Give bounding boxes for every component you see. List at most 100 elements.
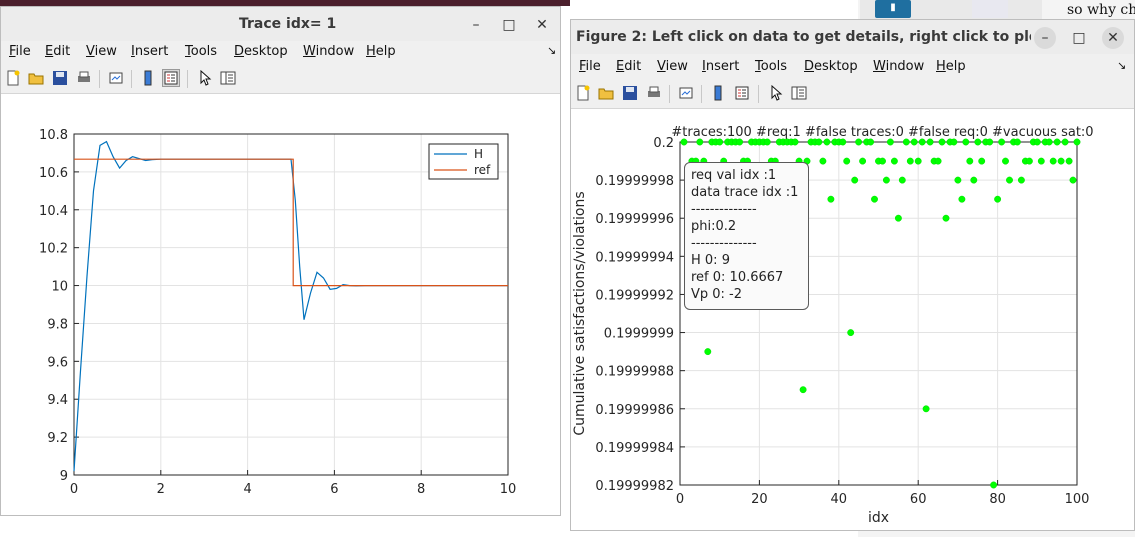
- open-file-icon[interactable]: [28, 70, 44, 86]
- minimize-button[interactable]: –: [465, 14, 487, 36]
- menu-edit[interactable]: Edit: [616, 59, 641, 74]
- print-icon[interactable]: [76, 70, 92, 86]
- close-button[interactable]: ✕: [1102, 27, 1124, 49]
- x-tick-label: 4: [243, 482, 251, 497]
- data-point: [898, 176, 906, 184]
- title-bar[interactable]: Figure 2: Left click on data to get deta…: [571, 20, 1134, 54]
- figure-canvas[interactable]: 0 2 4 6 8 10 9 9.2 9.4 9.6 9.8 10 10.2 10.4 10.6 10.8 Hr…: [1, 94, 560, 515]
- print-icon[interactable]: [646, 85, 662, 101]
- data-point: [1017, 176, 1025, 184]
- data-point: [958, 195, 966, 203]
- maximize-button[interactable]: □: [498, 14, 520, 36]
- menu-insert[interactable]: Insert: [702, 59, 739, 74]
- menu-view[interactable]: View: [86, 44, 117, 59]
- colorbar-icon[interactable]: [140, 70, 156, 86]
- data-point: [855, 138, 863, 146]
- data-point: [704, 348, 712, 356]
- property-inspector-icon[interactable]: [791, 85, 807, 101]
- dock-arrow-icon[interactable]: ↘: [1117, 59, 1126, 72]
- save-icon[interactable]: [622, 85, 638, 101]
- data-point: [871, 195, 878, 203]
- data-tip-tooltip: req val idx :1 data trace idx :1 -------…: [684, 162, 809, 310]
- menu-desktop[interactable]: Desktop: [234, 44, 288, 59]
- link-plot-icon[interactable]: [678, 85, 694, 101]
- cumulative-scatter-chart[interactable]: 0 20 40 60 80 100 0.19999982 0.19999984 0.199999…: [571, 109, 1134, 530]
- data-point: [839, 138, 847, 146]
- menu-insert[interactable]: Insert: [131, 44, 168, 59]
- data-point: [994, 195, 1002, 203]
- menu-file[interactable]: File: [9, 44, 31, 59]
- menu-window[interactable]: Window: [873, 59, 924, 74]
- edit-plot-arrow-icon[interactable]: [768, 85, 784, 101]
- x-tick-label: 0: [676, 492, 684, 507]
- data-point: [847, 329, 855, 337]
- legend-icon[interactable]: [734, 85, 750, 101]
- data-point: [851, 176, 859, 184]
- menu-tools[interactable]: Tools: [185, 44, 217, 59]
- toolbar-separator: [758, 85, 759, 103]
- menu-bar: File Edit View Insert Tools Desktop Wind…: [1, 41, 560, 63]
- data-point: [867, 138, 875, 146]
- menu-tools[interactable]: Tools: [755, 59, 787, 74]
- menu-window[interactable]: Window: [303, 44, 354, 59]
- menu-view[interactable]: View: [657, 59, 688, 74]
- data-point: [882, 176, 890, 184]
- data-point: [966, 157, 974, 165]
- x-tick-label: 60: [910, 492, 927, 507]
- menu-desktop[interactable]: Desktop: [804, 59, 858, 74]
- toolbar: [571, 80, 1134, 109]
- maximize-button[interactable]: □: [1068, 27, 1090, 49]
- tooltip-line: phi:0.2: [691, 219, 737, 234]
- figure-canvas[interactable]: 0 20 40 60 80 100 0.19999982 0.19999984 0.199999…: [571, 109, 1134, 530]
- menu-help[interactable]: Help: [936, 59, 966, 74]
- menu-edit[interactable]: Edit: [45, 44, 70, 59]
- data-point: [819, 157, 827, 165]
- menu-help[interactable]: Help: [366, 44, 396, 59]
- x-tick-label: 10: [500, 482, 517, 497]
- menu-file[interactable]: File: [579, 59, 601, 74]
- edit-plot-arrow-icon[interactable]: [197, 70, 213, 86]
- close-button[interactable]: ✕: [531, 14, 553, 36]
- toolbar-separator: [187, 70, 188, 88]
- new-figure-icon[interactable]: [575, 85, 591, 101]
- legend-icon[interactable]: [162, 69, 180, 87]
- open-file-icon[interactable]: [598, 85, 614, 101]
- title-bar[interactable]: Trace idx= 1 – □ ✕: [1, 7, 560, 41]
- data-point: [922, 405, 930, 413]
- app-launcher-icon[interactable]: ▮: [875, 0, 911, 18]
- data-point: [1065, 157, 1073, 165]
- data-point: [843, 157, 851, 165]
- x-tick-label: 2: [157, 482, 165, 497]
- data-point: [823, 138, 831, 146]
- toolbar-separator: [99, 70, 100, 88]
- toolbar: [1, 65, 560, 94]
- y-tick-label: 9.2: [47, 431, 68, 446]
- tooltip-line: Vp 0: -2: [691, 287, 743, 302]
- data-point: [859, 157, 867, 165]
- x-tick-label: 0: [70, 482, 78, 497]
- tooltip-line: ref 0: 10.6667: [691, 270, 784, 285]
- property-inspector-icon[interactable]: [220, 70, 236, 86]
- data-point: [1025, 157, 1033, 165]
- trace-line-chart[interactable]: 0 2 4 6 8 10 9 9.2 9.4 9.6 9.8 10 10.2 10.4 10.6 10.8 Hr…: [1, 94, 560, 515]
- tooltip-line: --------------: [691, 236, 757, 251]
- legend-label-ref: ref: [474, 163, 491, 177]
- window-title: Trace idx= 1: [239, 16, 337, 32]
- save-icon[interactable]: [52, 70, 68, 86]
- data-point: [1049, 157, 1057, 165]
- minimize-button[interactable]: –: [1034, 27, 1056, 49]
- y-tick-label: 9.4: [47, 393, 68, 408]
- python-icon[interactable]: [972, 0, 1008, 18]
- data-point: [879, 157, 886, 165]
- summary-figure-window[interactable]: Figure 2: Left click on data to get deta…: [570, 19, 1135, 531]
- dock-arrow-icon[interactable]: ↘: [547, 44, 556, 57]
- data-point: [1053, 138, 1061, 146]
- colorbar-icon[interactable]: [710, 85, 726, 101]
- link-plot-icon[interactable]: [108, 70, 124, 86]
- data-point: [986, 138, 994, 146]
- window-title: Figure 2: Left click on data to get deta…: [576, 29, 1031, 45]
- data-point: [970, 176, 978, 184]
- new-figure-icon[interactable]: [5, 70, 21, 86]
- x-tick-label: 100: [1065, 492, 1090, 507]
- trace-figure-window[interactable]: Trace idx= 1 – □ ✕ File Edit View Insert…: [0, 6, 561, 516]
